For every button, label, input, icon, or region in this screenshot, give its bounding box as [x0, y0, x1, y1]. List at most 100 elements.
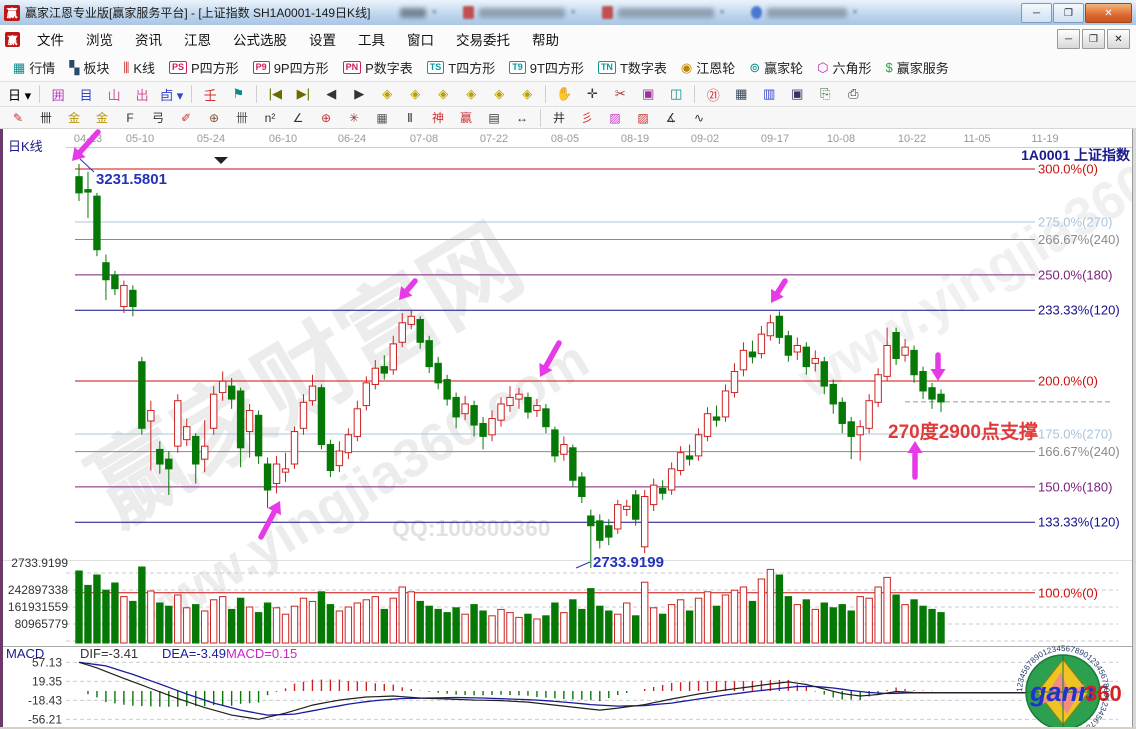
toolbar-button-赢家服务[interactable]: $赢家服务 — [879, 55, 956, 80]
hash2-tool-icon[interactable]: 卌 — [229, 108, 255, 128]
gann-gold-box-2-icon[interactable]: 金 — [89, 108, 115, 128]
k-prime-tool-icon[interactable]: Ⅱ — [397, 108, 423, 128]
toolbar-button-K线[interactable]: ⫼K线 — [116, 55, 162, 80]
date-tick: 10-22 — [898, 133, 926, 145]
window-title: 赢家江恩专业版[赢家服务平台] - [上证指数 SH1A0001-149日K线] — [25, 4, 370, 21]
menu-item-公式选股[interactable]: 公式选股 — [222, 25, 298, 53]
prev-bar-button-icon[interactable]: ◀ — [318, 83, 344, 105]
spiral-tool-icon[interactable]: 弓 — [145, 108, 171, 128]
chart-small-9-tool-icon[interactable]: 出 — [129, 83, 155, 105]
toolbar-button-行情[interactable]: ▦行情 — [6, 55, 62, 80]
gann-gold-box-1-icon[interactable]: 金 — [61, 108, 87, 128]
mdi-restore-button[interactable]: ❐ — [1082, 29, 1105, 49]
f-lines-tool-icon[interactable]: F — [117, 108, 143, 128]
shaded-box-red-tool-icon[interactable]: ▨ — [630, 108, 656, 128]
menu-item-交易委托[interactable]: 交易委托 — [445, 25, 521, 53]
mdi-close-button[interactable]: ✕ — [1107, 29, 1130, 49]
ghost-tab[interactable]: × — [602, 6, 725, 19]
wave-check-tool-icon[interactable]: ∿ — [686, 108, 712, 128]
menu-item-浏览[interactable]: 浏览 — [75, 25, 124, 53]
calculator-tool-icon[interactable]: ▦ — [728, 83, 754, 105]
gift-tool-icon[interactable]: ▣ — [635, 83, 661, 105]
ghost-tab[interactable]: × — [463, 6, 576, 19]
toolbar-button-T四方形[interactable]: TST四方形 — [420, 55, 502, 80]
toolbar-button-label: P数字表 — [365, 58, 413, 77]
notepad-tool-icon[interactable]: ▥ — [756, 83, 782, 105]
pattern-window-tool-icon[interactable]: 囲 — [45, 83, 71, 105]
highlight-tool-icon[interactable]: 壬 — [197, 83, 223, 105]
fan-lines-tool-icon[interactable]: 彡 — [574, 108, 600, 128]
gann-diamond-2-icon[interactable]: ◈ — [402, 83, 428, 105]
toolbar-button-9T四方形[interactable]: T99T四方形 — [502, 55, 591, 80]
date-tick: 06-24 — [338, 133, 366, 145]
calendar-21-tool-icon[interactable]: ㉑ — [700, 83, 726, 105]
gann-diamond-6-icon[interactable]: ◈ — [514, 83, 540, 105]
width-arrows-tool-icon[interactable]: ↔ — [509, 108, 535, 128]
menu-item-资讯[interactable]: 资讯 — [124, 25, 173, 53]
menu-item-文件[interactable]: 文件 — [26, 25, 75, 53]
gann-diamond-1-icon[interactable]: ◈ — [374, 83, 400, 105]
flags-tool-icon[interactable]: ⚑ — [225, 83, 251, 105]
print-tool-icon[interactable]: ⎙ — [840, 83, 866, 105]
menu-item-江恩[interactable]: 江恩 — [173, 25, 222, 53]
toolbar-button-六角形[interactable]: ⬡六角形 — [810, 55, 878, 80]
gann-diamond-4-icon[interactable]: ◈ — [458, 83, 484, 105]
window-close-button[interactable]: ✕ — [1085, 3, 1132, 23]
shaded-box-magenta-tool-icon[interactable]: ▨ — [602, 108, 628, 128]
menu-item-工具[interactable]: 工具 — [347, 25, 396, 53]
mask-tool-icon[interactable]: ◫ — [663, 83, 689, 105]
ghost-tab[interactable]: × — [400, 7, 437, 18]
last-bar-button-icon[interactable]: ▶| — [290, 83, 316, 105]
angle-fan-tool-icon[interactable]: ∡ — [658, 108, 684, 128]
period-day-dropdown-icon[interactable]: 日 ▾ — [5, 83, 34, 105]
toolbar-button-江恩轮[interactable]: ◉江恩轮 — [674, 55, 742, 80]
starburst-tool-icon[interactable]: ✳ — [341, 108, 367, 128]
gann-diamond-3-icon[interactable]: ◈ — [430, 83, 456, 105]
menu-item-设置[interactable]: 设置 — [298, 25, 347, 53]
hash-lines-tool-icon[interactable]: 卌 — [33, 108, 59, 128]
gann-level-label: 266.67%(240) — [1038, 232, 1120, 247]
gann-level-label: 150.0%(180) — [1038, 479, 1112, 494]
window-maximize-button[interactable]: ❐ — [1053, 3, 1084, 23]
cut-chart-tool-icon[interactable]: ✂ — [607, 83, 633, 105]
angle-tool-icon[interactable]: ∠ — [285, 108, 311, 128]
toolbar-button-赢家轮[interactable]: ⊚赢家轮 — [742, 55, 810, 80]
toolbar-button-P四方形[interactable]: PSP四方形 — [162, 55, 246, 80]
macd-header-value: MACD=0.15 — [226, 646, 297, 661]
p-number-icon: PN — [343, 61, 362, 74]
toolbar-button-P数字表[interactable]: PNP数字表 — [336, 55, 420, 80]
circle3-tool-icon[interactable]: ⊕ — [201, 108, 227, 128]
shen-tool-icon[interactable]: 神 — [425, 108, 451, 128]
n-square-tool-icon[interactable]: n² — [257, 108, 283, 128]
chart-small-3-tool-icon[interactable]: 山 — [101, 83, 127, 105]
toolbar-button-9P四方形[interactable]: P99P四方形 — [246, 55, 336, 80]
toolbar-button-T数字表[interactable]: TNT数字表 — [591, 55, 674, 80]
high-price-label: 3231.5801 — [96, 171, 167, 188]
mdi-minimize-button[interactable]: ─ — [1057, 29, 1080, 49]
ghost-tab[interactable]: × — [751, 6, 858, 19]
chart-canvas[interactable]: 赢家财富网www.yingjia360.comwww.yingjia360.co… — [0, 129, 1136, 729]
gann-diamond-5-icon[interactable]: ◈ — [486, 83, 512, 105]
web-grid-tool-icon[interactable]: ▦ — [369, 108, 395, 128]
ruler-grid-tool-icon[interactable]: ▤ — [481, 108, 507, 128]
candle-style-dropdown-icon[interactable]: 卣 ▾ — [157, 83, 186, 105]
macd-grid: 57.1319.35-18.43-56.21 — [28, 655, 1118, 726]
menu-item-窗口[interactable]: 窗口 — [396, 25, 445, 53]
next-bar-button-icon[interactable]: ▶ — [346, 83, 372, 105]
gate-tool-icon[interactable]: 井 — [546, 108, 572, 128]
hand-tool-icon[interactable]: ✋ — [551, 83, 577, 105]
first-bar-button-icon[interactable]: |◀ — [262, 83, 288, 105]
toolbar-button-板块[interactable]: ▚板块 — [62, 55, 116, 80]
ying-tool-icon[interactable]: 赢 — [453, 108, 479, 128]
pen2-tool-icon[interactable]: ✐ — [173, 108, 199, 128]
app-logo-icon: 赢 — [4, 5, 20, 21]
export-chart-tool-icon[interactable]: ⎘ — [812, 83, 838, 105]
crosshair-tool-icon[interactable]: ✛ — [579, 83, 605, 105]
info-panel-tool-icon[interactable]: 目 — [73, 83, 99, 105]
compass-circle-tool-icon[interactable]: ⊕ — [313, 108, 339, 128]
save-tool-icon[interactable]: ▣ — [784, 83, 810, 105]
pencil-tool-icon[interactable]: ✎ — [5, 108, 31, 128]
menu-item-帮助[interactable]: 帮助 — [521, 25, 570, 53]
window-minimize-button[interactable]: ─ — [1021, 3, 1052, 23]
toolbar-separator — [540, 109, 541, 127]
